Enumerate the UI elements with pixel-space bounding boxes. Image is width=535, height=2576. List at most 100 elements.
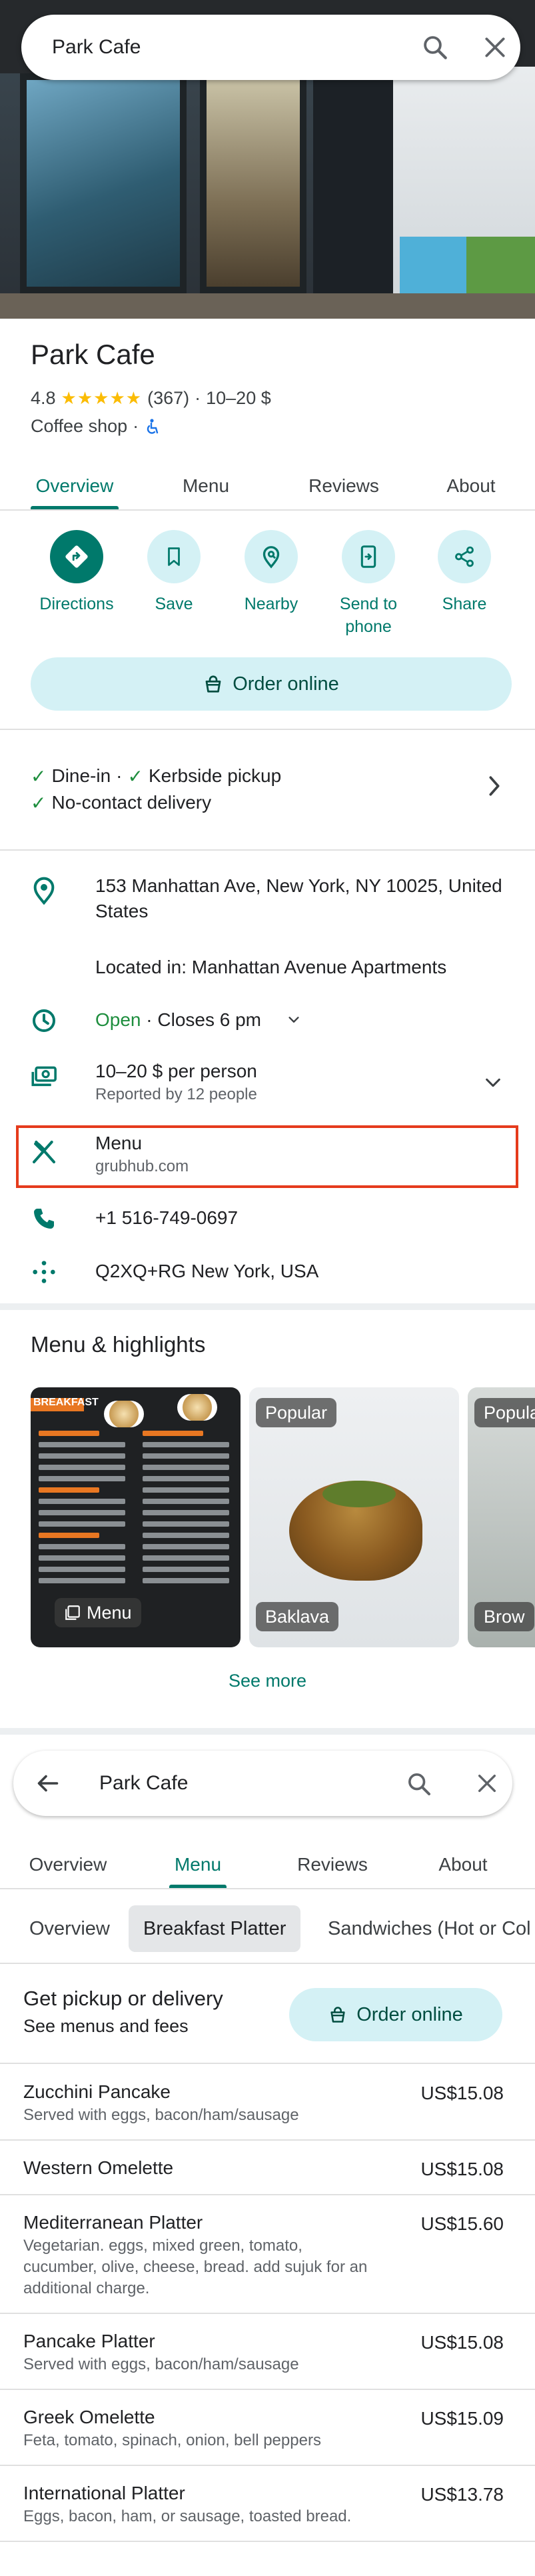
tab-about[interactable]: About	[430, 1849, 496, 1888]
no-contact-label: No-contact delivery	[51, 792, 212, 813]
place-tabs: Overview Menu Reviews About	[0, 1849, 535, 1889]
menu-item[interactable]: Greek Omelette Feta, tomato, spinach, on…	[0, 2390, 535, 2466]
nearby-icon	[245, 530, 298, 583]
tab-menu[interactable]: Menu	[169, 471, 243, 509]
menu-card[interactable]: BREAKFAST Menu	[31, 1387, 241, 1647]
order-online-label: Order online	[356, 2003, 463, 2025]
search-query[interactable]: Park Cafe	[99, 1751, 188, 1816]
search-icon[interactable]	[406, 1771, 432, 1797]
menu-item[interactable]: Pancake Platter Served with eggs, bacon/…	[0, 2314, 535, 2390]
address-text: 153 Manhattan Ave, New York, NY 10025, U…	[95, 875, 502, 921]
directions-button[interactable]: Directions	[33, 530, 120, 615]
menu-item[interactable]: Zucchini Pancake Served with eggs, bacon…	[0, 2065, 535, 2141]
menu-item[interactable]: Western Omelette US$15.08	[0, 2141, 535, 2195]
money-icon	[31, 1064, 59, 1091]
photo-planter	[400, 237, 466, 297]
closing-time: · Closes 6 pm	[141, 1009, 261, 1030]
rating-value: 4.8	[31, 388, 56, 408]
rating-row[interactable]: 4.8 ★★★★★ (367) · 10–20 $	[31, 388, 271, 409]
pickup-subtitle: See menus and fees	[23, 2016, 189, 2036]
menu-item-price: US$13.78	[420, 2484, 504, 2505]
send-to-phone-icon	[342, 530, 395, 583]
photo-window	[20, 73, 187, 293]
tab-about[interactable]: About	[438, 471, 504, 509]
search-bar[interactable]: Park Cafe	[13, 1751, 512, 1816]
nearby-button[interactable]: Nearby	[228, 530, 314, 615]
kerbside-label: Kerbside pickup	[148, 765, 282, 786]
wheelchair-icon	[144, 418, 160, 435]
menu-link-source: grubhub.com	[95, 1157, 189, 1175]
menu-category-breakfast-platter[interactable]: Breakfast Platter	[129, 1905, 301, 1952]
highlights-title: Menu & highlights	[31, 1332, 206, 1357]
check-icon: ✓	[127, 765, 143, 787]
see-more-link[interactable]: See more	[0, 1671, 535, 1691]
check-icon: ✓	[31, 765, 47, 787]
menu-item[interactable]: International Platter Eggs, bacon, ham, …	[0, 2466, 535, 2542]
located-in-text: Located in: Manhattan Avenue Apartments	[95, 957, 447, 977]
tab-menu[interactable]: Menu	[169, 1849, 227, 1888]
price-text: 10–20 $ per person Reported by 12 people	[95, 1059, 257, 1105]
menu-item-description: Served with eggs, bacon/ham/sausage	[23, 2355, 299, 2373]
location-pin-icon	[31, 876, 57, 905]
popular-chip: Popular	[256, 1398, 337, 1427]
category-separator: ·	[133, 416, 139, 436]
divider	[0, 729, 535, 730]
menu-items-list: Zucchini Pancake Served with eggs, bacon…	[0, 2065, 535, 2542]
reviews-count[interactable]: (367)	[147, 388, 189, 409]
price-per-person: 10–20 $ per person	[95, 1061, 257, 1081]
close-icon[interactable]	[482, 35, 508, 60]
pickup-delivery-banner: Get pickup or delivery See menus and fee…	[0, 1965, 535, 2064]
menu-link-highlight	[16, 1125, 518, 1188]
directions-icon	[50, 530, 103, 583]
menu-category-overview[interactable]: Overview	[15, 1905, 125, 1952]
popular-chip: Popular	[474, 1398, 535, 1427]
menu-item-price: US$15.08	[420, 2332, 504, 2353]
menu-board-title: BREAKFAST	[33, 1397, 99, 1408]
search-query[interactable]: Park Cafe	[52, 15, 141, 80]
chevron-down-icon[interactable]	[286, 1013, 301, 1027]
section-divider	[0, 1303, 535, 1310]
place-tabs: Overview Menu Reviews About	[0, 471, 535, 511]
back-arrow-icon[interactable]	[36, 1771, 60, 1795]
tab-reviews[interactable]: Reviews	[297, 471, 390, 509]
send-to-phone-button[interactable]: Send to phone	[325, 530, 412, 638]
tab-overview[interactable]: Overview	[31, 471, 119, 509]
save-label: Save	[155, 595, 193, 613]
service-options[interactable]: ✓ Dine-in · ✓ Kerbside pickup ✓ No-conta…	[31, 763, 497, 816]
close-icon[interactable]	[476, 1772, 498, 1795]
open-status: Open	[95, 1009, 141, 1030]
menu-highlights-carousel[interactable]: BREAKFAST Menu Popular Baklava Popular B…	[31, 1387, 535, 1647]
category-row: Coffee shop ·	[31, 416, 160, 437]
clock-icon	[31, 1007, 57, 1034]
search-icon[interactable]	[421, 33, 449, 61]
order-online-button[interactable]: Order online	[289, 1988, 502, 2041]
action-buttons: Directions Save Nearby Send to phone Sha…	[0, 530, 535, 637]
search-bar[interactable]: Park Cafe	[21, 15, 520, 80]
tab-overview[interactable]: Overview	[23, 1849, 113, 1888]
save-button[interactable]: Save	[131, 530, 217, 615]
menu-item[interactable]: Mediterranean Platter Vegetarian. eggs, …	[0, 2195, 535, 2314]
popular-item-card[interactable]: Popular Baklava	[249, 1387, 459, 1647]
menu-item-price: US$15.08	[420, 2159, 504, 2179]
price-range: 10–20 $	[206, 388, 271, 408]
phone-number: +1 516-749-0697	[95, 1207, 239, 1228]
menu-category-sandwiches[interactable]: Sandwiches (Hot or Col	[313, 1905, 535, 1952]
tab-reviews[interactable]: Reviews	[288, 1849, 377, 1888]
popular-item-card[interactable]: Popular Brow	[468, 1387, 535, 1647]
menu-item-price: US$15.60	[420, 2213, 504, 2234]
divider	[0, 849, 535, 851]
menu-chip-label: Menu	[87, 1603, 132, 1623]
photo-door	[313, 80, 393, 313]
shopping-bag-icon	[203, 674, 233, 694]
order-online-label: Order online	[233, 673, 339, 695]
order-online-button[interactable]: Order online	[31, 657, 512, 711]
menu-chip: Menu	[55, 1598, 141, 1627]
pistachio-topping	[322, 1481, 396, 1507]
menu-column	[143, 1425, 229, 1589]
menu-link-text: Menu grubhub.com	[95, 1131, 189, 1177]
chevron-right-icon[interactable]	[486, 775, 502, 797]
place-category[interactable]: Coffee shop	[31, 416, 127, 437]
share-button[interactable]: Share	[421, 530, 508, 615]
item-name-chip: Brow	[474, 1602, 534, 1631]
chevron-down-icon[interactable]	[484, 1073, 502, 1092]
